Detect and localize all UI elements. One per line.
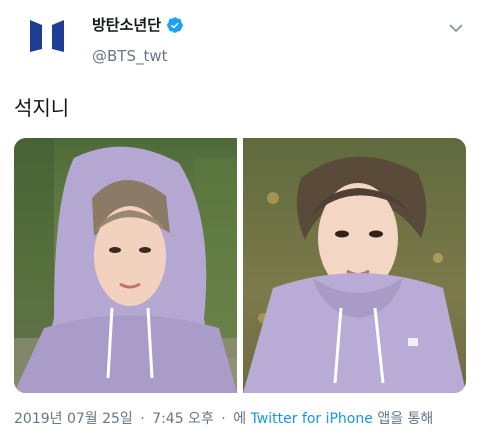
author-name-row: 방탄소년단 <box>92 14 184 35</box>
tweet-meta: 2019년 07월 25일 · 7:45 오후 · 에 Twitter for … <box>14 408 433 428</box>
tweet-text: 석지니 <box>14 96 70 120</box>
meta-separator-2: · <box>221 411 226 427</box>
chevron-down-icon[interactable] <box>446 18 466 38</box>
photo-1[interactable] <box>14 138 237 393</box>
tweet-date[interactable]: 2019년 07월 25일 <box>14 411 133 427</box>
via-prefix: 에 <box>233 411 247 427</box>
selfie-photo-1 <box>14 138 237 393</box>
selfie-photo-2 <box>243 138 466 393</box>
tweet-time[interactable]: 7:45 오후 <box>152 411 214 427</box>
user-handle[interactable]: @BTS_twt <box>92 47 168 65</box>
via-suffix: 앱을 통해 <box>377 411 434 427</box>
avatar[interactable] <box>18 10 76 68</box>
media-grid <box>14 138 466 393</box>
verified-badge-icon <box>166 16 184 34</box>
source-app-link[interactable]: Twitter for iPhone <box>251 411 373 427</box>
photo-2[interactable] <box>243 138 466 393</box>
display-name[interactable]: 방탄소년단 <box>92 14 161 35</box>
bts-logo-icon <box>30 20 64 52</box>
meta-separator: · <box>140 411 145 427</box>
